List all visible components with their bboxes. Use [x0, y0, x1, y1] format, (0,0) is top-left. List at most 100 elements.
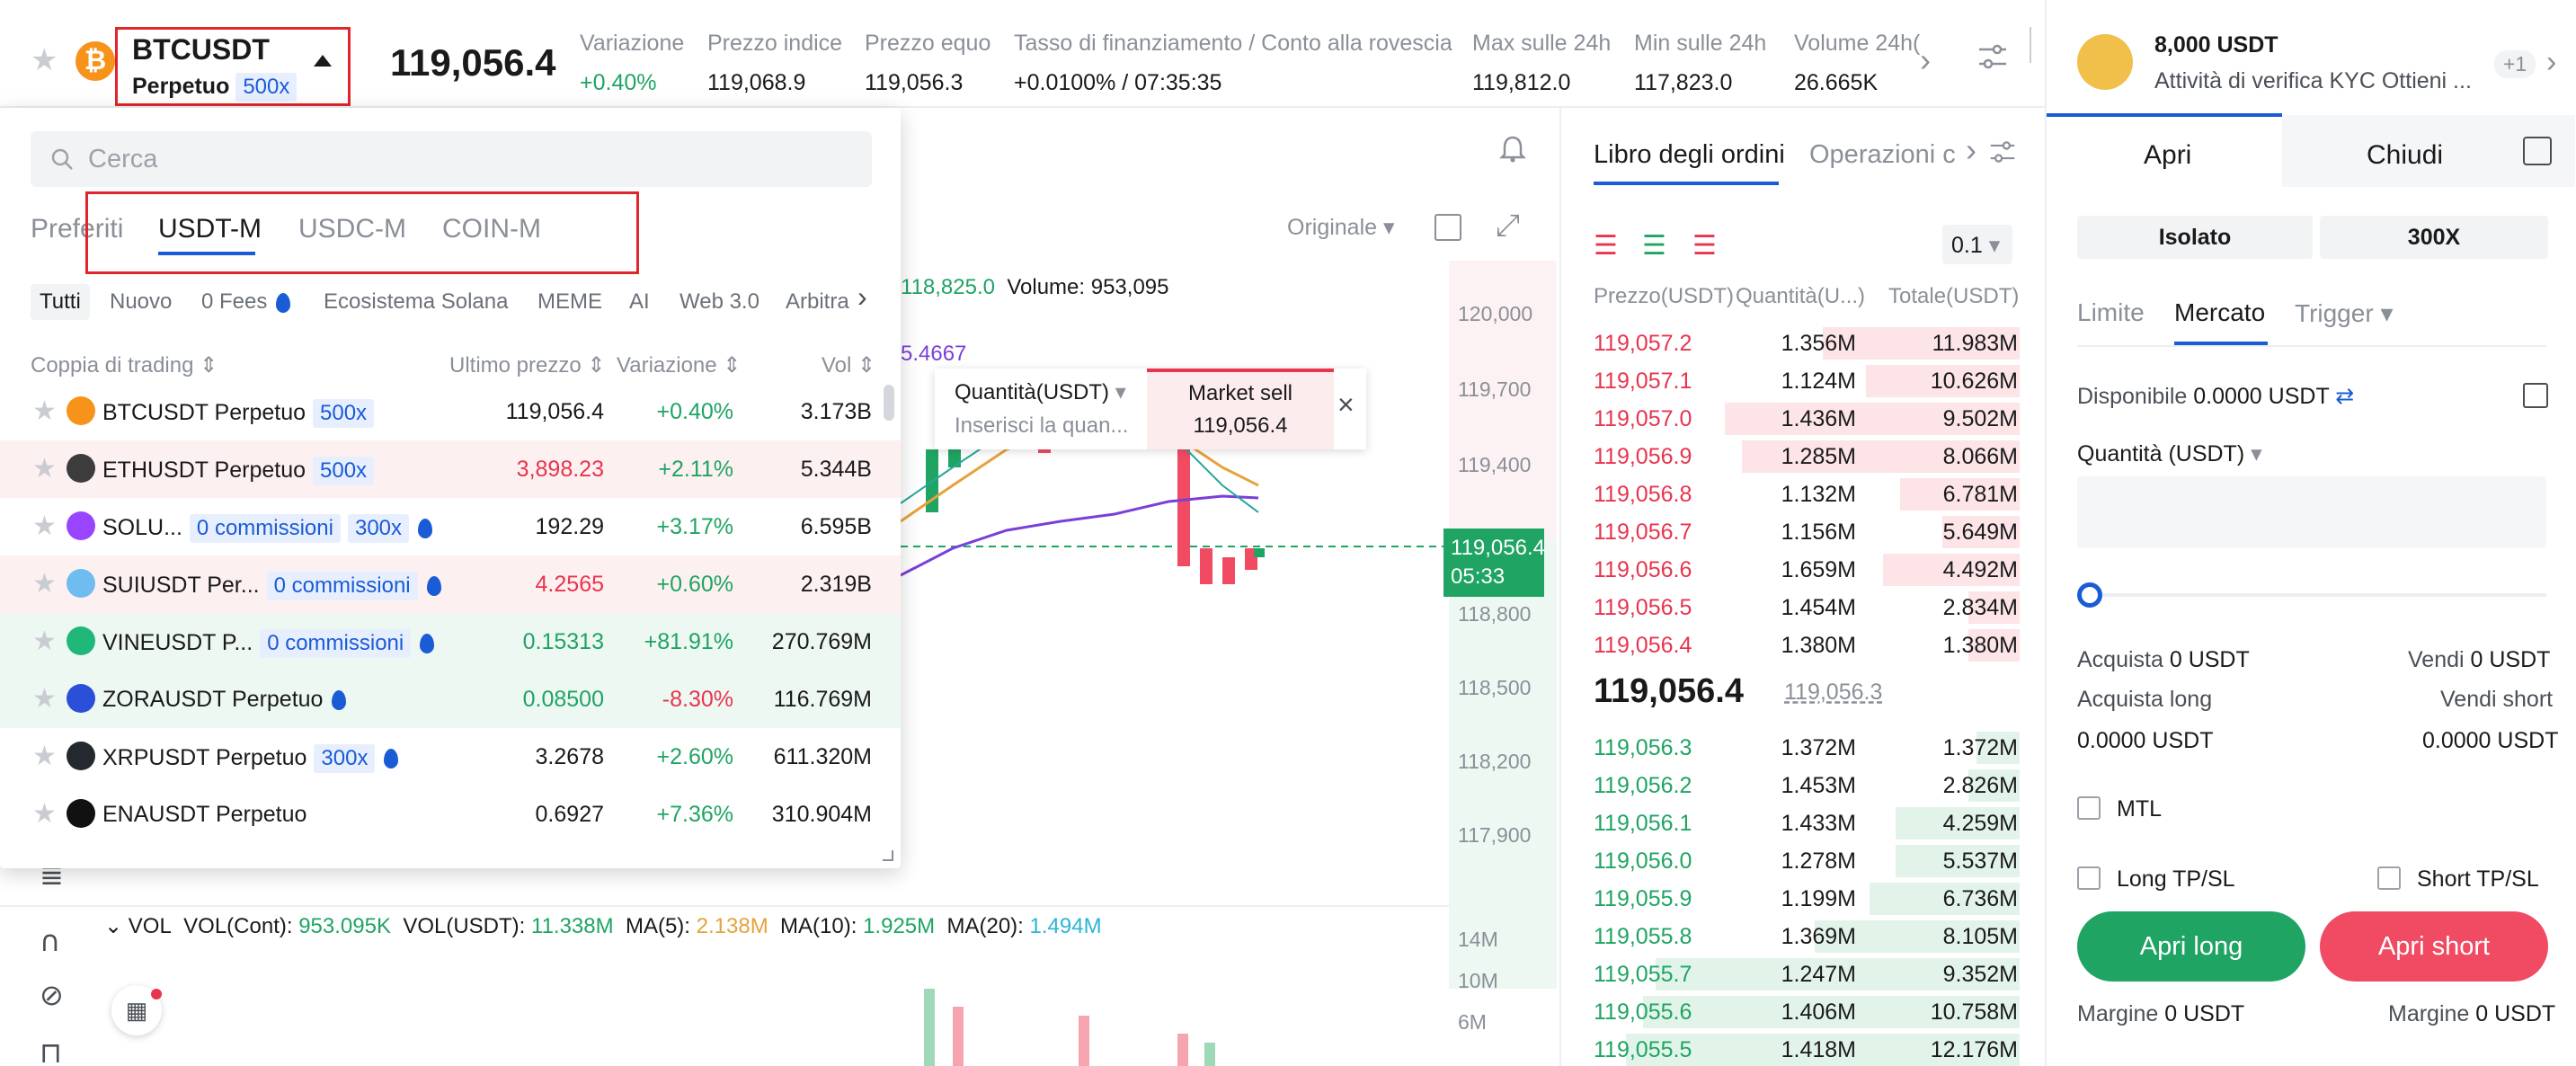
favorite-star-icon[interactable]: ★ [32, 395, 57, 427]
chevron-right-icon[interactable]: › [1966, 131, 1976, 169]
quick-order-qty-input[interactable]: Inserisci la quan... [955, 413, 1128, 439]
tab-trades[interactable]: Operazioni c [1809, 140, 1956, 170]
filter-chip-ai[interactable]: AI [629, 289, 650, 315]
filter-chip-arbitrage[interactable]: Arbitra [786, 289, 849, 315]
filter-chip-new[interactable]: Nuovo [110, 289, 172, 315]
pair-row[interactable]: ★ ETHUSDT Perpetuo 500x 3,898.23 +2.11% 5.344… [0, 440, 901, 498]
fire-icon [418, 519, 433, 539]
quantity-input[interactable] [2077, 476, 2546, 548]
kyc-promo[interactable]: Attività di verifica KYC Ottieni ... [2154, 68, 2472, 94]
mtl-checkbox[interactable] [2077, 796, 2101, 820]
favorite-star-icon[interactable]: ★ [32, 568, 57, 600]
close-icon[interactable]: × [1337, 388, 1355, 422]
avatar[interactable] [2077, 34, 2133, 90]
bids-row[interactable]: 119,056.1 1.433M 4.259M [1561, 804, 2047, 841]
favorite-star-icon[interactable]: ★ [32, 511, 57, 542]
view-both-icon[interactable]: ☰ [1594, 230, 1618, 262]
asks-row[interactable]: 119,056.4 1.380M 1.380M [1561, 626, 2047, 663]
favorite-star-icon[interactable]: ★ [32, 741, 57, 772]
chevron-right-icon[interactable]: › [857, 280, 867, 314]
quantity-unit-select[interactable]: Quantità (USDT) ▾ [2077, 440, 2262, 467]
tab-order-book[interactable]: Libro degli ordini [1594, 140, 1785, 170]
pair-row[interactable]: ★ BTCUSDT Perpetuo 500x 119,056.4 +0.40% 3.17… [0, 383, 901, 440]
open-short-button[interactable]: Apri short [2320, 911, 2548, 982]
pair-row[interactable]: ★ SOLU... 0 commissioni 300x 192.29 +3.17% 6.5… [0, 498, 901, 555]
settings-sliders-icon[interactable] [1989, 138, 2016, 165]
order-type-trigger[interactable]: Trigger ▾ [2295, 298, 2394, 328]
favorite-star-icon[interactable]: ★ [32, 683, 57, 715]
slider-handle[interactable] [2077, 582, 2102, 608]
pair-name-text: ENAUSDT Perpetuo [102, 802, 307, 827]
filter-chip-solana[interactable]: Ecosistema Solana [324, 289, 508, 315]
bids-row[interactable]: 119,056.0 1.278M 5.537M [1561, 841, 2047, 879]
pair-row[interactable]: ★ VINEUSDT P... 0 commissioni 0.15313 +81.91… [0, 613, 901, 671]
view-asks-icon[interactable]: ☰ [1692, 230, 1717, 262]
pair-row[interactable]: ★ XRPUSDT Perpetuo 300x 3.2678 +2.60% 611.320… [0, 728, 901, 786]
tab-open[interactable]: Apri [2144, 140, 2191, 171]
bids-row[interactable]: 119,055.8 1.369M 8.105M [1561, 917, 2047, 955]
leverage-button[interactable]: 300X [2320, 216, 2548, 259]
filter-chip-web3[interactable]: Web 3.0 [680, 289, 759, 315]
col-vol[interactable]: Vol ⇕ [822, 352, 875, 378]
order-type-limit[interactable]: Limite [2077, 298, 2145, 327]
asks-row[interactable]: 119,057.1 1.124M 10.626M [1561, 361, 2047, 399]
transfer-icon[interactable]: ⇄ [2335, 384, 2354, 409]
asks-row[interactable]: 119,056.8 1.132M 6.781M [1561, 475, 2047, 512]
asks-row[interactable]: 119,056.5 1.454M 2.834M [1561, 588, 2047, 626]
quick-order-popup[interactable]: Quantità(USDT) ▾ Inserisci la quan... Ma… [935, 369, 1366, 449]
fullscreen-icon[interactable]: ⤢ [1496, 209, 1520, 244]
chart-mode-selector[interactable]: Originale ▾ [1287, 214, 1395, 241]
order-type-market[interactable]: Mercato [2174, 298, 2265, 327]
settings-sliders-icon[interactable] [1977, 41, 2008, 72]
edit-icon[interactable] [2523, 383, 2548, 408]
asks-row[interactable]: 119,057.2 1.356M 11.983M [1561, 324, 2047, 361]
coin-icon [67, 396, 95, 425]
pair-selector[interactable]: BTCUSDT Perpetuo 500x [115, 27, 351, 106]
favorite-star-icon[interactable]: ★ [32, 453, 57, 484]
bids-row[interactable]: 119,055.9 1.199M 6.736M [1561, 879, 2047, 917]
filter-chip-meme[interactable]: MEME [537, 289, 602, 315]
open-long-button[interactable]: Apri long [2077, 911, 2305, 982]
bids-row[interactable]: 119,056.3 1.372M 1.372M [1561, 728, 2047, 766]
filter-chip-zero-fees[interactable]: 0 Fees [201, 289, 291, 315]
notification-count-badge[interactable]: +1 [2494, 50, 2536, 78]
price-step-select[interactable]: 0.1 ▾ [1942, 225, 2012, 264]
chevron-right-icon[interactable]: › [1920, 41, 1931, 79]
long-tpsl-checkbox[interactable] [2077, 866, 2101, 890]
calculator-icon[interactable] [2523, 137, 2552, 165]
search-input[interactable]: Cerca [31, 131, 872, 187]
pair-row[interactable]: ★ ENAUSDT Perpetuo 0.6927 +7.36% 310.904M [0, 786, 901, 843]
bids-row[interactable]: 119,055.6 1.406M 10.758M [1561, 992, 2047, 1030]
bell-icon[interactable] [1499, 135, 1526, 164]
more-menu-icon[interactable] [2030, 27, 2039, 63]
market-sell-button[interactable]: Market sell 119,056.4 [1147, 369, 1334, 449]
filter-chip-all[interactable]: Tutti [31, 284, 90, 320]
collapse-chevron-icon[interactable]: ⌄ [104, 914, 122, 938]
favorite-star-icon[interactable]: ★ [32, 626, 57, 657]
list-scrollbar[interactable] [884, 385, 894, 421]
asks-row[interactable]: 119,057.0 1.436M 9.502M [1561, 399, 2047, 437]
bids-row[interactable]: 119,055.7 1.247M 9.352M [1561, 955, 2047, 992]
asks-row[interactable]: 119,056.9 1.285M 8.066M [1561, 437, 2047, 475]
favorite-star-icon[interactable]: ★ [32, 798, 57, 830]
layout-icon[interactable] [1435, 214, 1461, 241]
resize-handle-icon[interactable] [883, 850, 893, 861]
percent-slider-track[interactable] [2077, 593, 2546, 597]
asks-row[interactable]: 119,056.7 1.156M 5.649M [1561, 512, 2047, 550]
favorite-star-icon[interactable]: ★ [31, 45, 58, 76]
view-bids-icon[interactable]: ☰ [1642, 230, 1666, 262]
bids-row[interactable]: 119,055.5 1.418M 12.176M [1561, 1030, 2047, 1066]
pair-row[interactable]: ★ ZORAUSDT Perpetuo 0.08500 -8.30% 116.769M [0, 671, 901, 728]
bids-row[interactable]: 119,056.2 1.453M 2.826M [1561, 766, 2047, 804]
asks-row[interactable]: 119,056.6 1.659M 4.492M [1561, 550, 2047, 588]
col-pair[interactable]: Coppia di trading ⇕ [31, 352, 218, 378]
col-change[interactable]: Variazione ⇕ [617, 352, 741, 378]
chevron-right-icon[interactable]: › [2546, 45, 2556, 80]
col-last-price[interactable]: Ultimo prezzo ⇕ [449, 352, 606, 378]
sort-icon: ⇕ [723, 353, 742, 378]
margin-mode-button[interactable]: Isolato [2077, 216, 2313, 259]
quick-order-qty-label[interactable]: Quantità(USDT) ▾ [955, 379, 1126, 405]
tab-close[interactable]: Chiudi [2367, 140, 2443, 171]
pair-row[interactable]: ★ SUIUSDT Per... 0 commissioni 4.2565 +0.60%… [0, 555, 901, 613]
short-tpsl-checkbox[interactable] [2377, 866, 2401, 890]
